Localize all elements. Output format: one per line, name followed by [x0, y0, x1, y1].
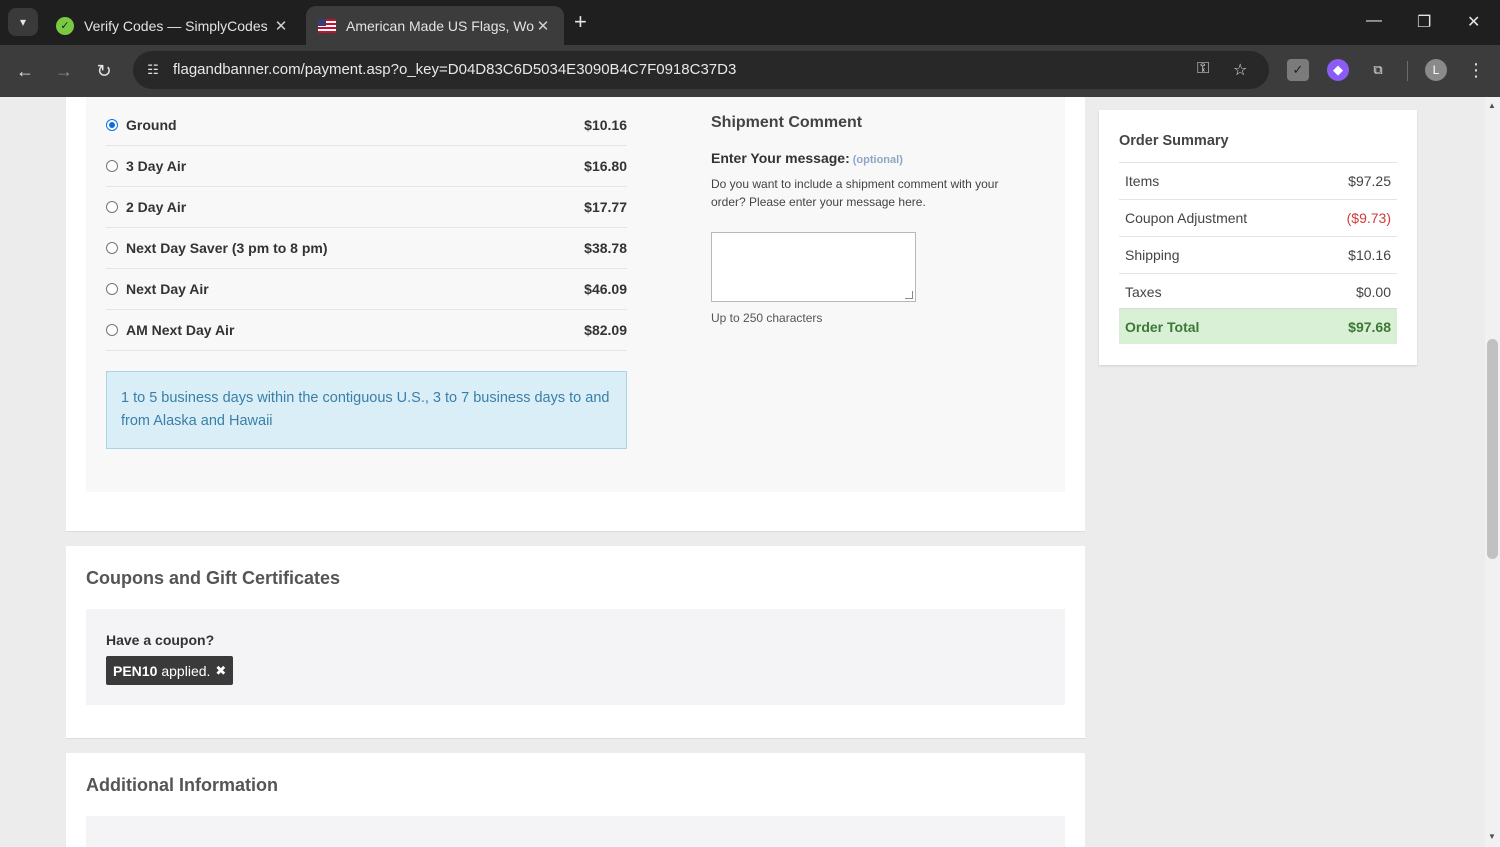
order-total-label: Order Total — [1125, 318, 1200, 335]
summary-row-items: Items $97.25 — [1119, 162, 1397, 199]
shipping-option-price: $82.09 — [584, 322, 627, 338]
shipping-option-name: AM Next Day Air — [126, 322, 235, 338]
comment-description: Do you want to include a shipment commen… — [711, 177, 999, 209]
purple-extension-icon[interactable]: ◆ — [1327, 59, 1349, 81]
summary-label: Shipping — [1125, 247, 1180, 263]
shipping-option-name: Next Day Saver (3 pm to 8 pm) — [126, 240, 328, 256]
shipping-card: Ground $10.16 3 Day Air $16.80 2 Day Air… — [66, 97, 1085, 532]
forward-arrow-icon[interactable]: → — [50, 57, 78, 85]
minimize-icon[interactable]: — — [1366, 12, 1382, 30]
shipping-option-name: 3 Day Air — [126, 158, 187, 174]
coupon-applied-text: applied. — [161, 662, 211, 679]
scroll-up-arrow-icon[interactable]: ▲ — [1488, 101, 1496, 110]
delivery-info-box: 1 to 5 business days within the contiguo… — [106, 371, 627, 449]
browser-tab-bar: ▾ ✓ Verify Codes — SimplyCodes ✕ America… — [0, 0, 1500, 45]
summary-row-coupon: Coupon Adjustment ($9.73) — [1119, 199, 1397, 236]
summary-label: Coupon Adjustment — [1125, 210, 1248, 226]
shipment-comment-title: Shipment Comment — [711, 114, 863, 131]
summary-label: Taxes — [1125, 284, 1162, 300]
us-flag-favicon-icon — [318, 18, 336, 33]
shipping-option-3-day-air[interactable]: 3 Day Air $16.80 — [106, 146, 627, 187]
shipping-radio[interactable] — [106, 242, 118, 254]
optional-tag: (optional) — [852, 154, 903, 166]
order-summary: Order Summary Items $97.25 Coupon Adjust… — [1099, 110, 1417, 365]
shipping-option-price: $38.78 — [584, 240, 627, 256]
address-bar[interactable]: ☷ flagandbanner.com/payment.asp?o_key=D0… — [133, 51, 1269, 89]
simplycodes-favicon-icon: ✓ — [56, 16, 74, 35]
additional-info-panel — [86, 816, 1065, 847]
comment-label-text: Enter Your message: — [711, 150, 850, 166]
shipping-option-2-day-air[interactable]: 2 Day Air $17.77 — [106, 187, 627, 228]
shipping-option-name: 2 Day Air — [126, 199, 187, 215]
additional-info-card: Additional Information — [66, 753, 1085, 847]
coupons-title: Coupons and Gift Certificates — [86, 568, 341, 588]
tab-flagandbanner[interactable]: American Made US Flags, World ✕ — [306, 6, 564, 45]
reload-icon[interactable]: ↻ — [90, 57, 118, 85]
shipping-radio[interactable] — [106, 324, 118, 336]
shipping-option-next-day-saver[interactable]: Next Day Saver (3 pm to 8 pm) $38.78 — [106, 228, 627, 269]
back-arrow-icon[interactable]: ← — [11, 57, 39, 85]
simplycodes-extension-icon[interactable]: ✓ — [1287, 59, 1309, 81]
bookmark-star-icon[interactable]: ☆ — [1233, 60, 1247, 80]
summary-value: $97.25 — [1348, 173, 1391, 189]
shipping-radio[interactable] — [106, 119, 118, 131]
summary-value: ($9.73) — [1346, 210, 1391, 226]
summary-value: $0.00 — [1355, 284, 1391, 300]
close-icon[interactable]: ✕ — [272, 17, 290, 35]
new-tab-button[interactable]: + — [574, 10, 587, 34]
toolbar-divider — [1407, 61, 1408, 81]
coupon-code: PEN10 — [113, 662, 158, 679]
tab-title: Verify Codes — SimplyCodes — [84, 17, 268, 34]
applied-coupon-badge: PEN10 applied. ✖ — [106, 656, 234, 685]
shipping-option-ground[interactable]: Ground $10.16 — [106, 105, 627, 146]
profile-avatar[interactable]: L — [1425, 59, 1447, 81]
remove-coupon-icon[interactable]: ✖ — [215, 663, 226, 679]
tab-title: American Made US Flags, World — [346, 17, 534, 34]
summary-row-total: Order Total $97.68 — [1119, 308, 1397, 344]
shipping-option-price: $16.80 — [584, 158, 627, 174]
shipping-option-price: $46.09 — [584, 281, 627, 297]
summary-row-taxes: Taxes $0.00 — [1119, 273, 1397, 310]
shipping-radio[interactable] — [106, 201, 118, 213]
close-window-icon[interactable]: ✕ — [1467, 12, 1480, 32]
tab-simplycodes[interactable]: ✓ Verify Codes — SimplyCodes ✕ — [44, 6, 302, 45]
additional-info-title: Additional Information — [86, 775, 278, 795]
scrollbar-thumb[interactable] — [1487, 339, 1498, 559]
chevron-down-icon: ▾ — [19, 15, 27, 29]
shipping-option-name: Ground — [126, 117, 177, 133]
coupons-card: Coupons and Gift Certificates Have a cou… — [66, 546, 1085, 739]
extensions-puzzle-icon[interactable]: ⧉ — [1367, 59, 1389, 81]
close-icon[interactable]: ✕ — [534, 17, 552, 35]
page-content: Ground $10.16 3 Day Air $16.80 2 Day Air… — [0, 97, 1485, 847]
shipping-option-price: $10.16 — [584, 117, 627, 133]
order-total-value: $97.68 — [1348, 318, 1391, 335]
comment-label: Enter Your message: (optional) — [711, 150, 903, 166]
url-text[interactable]: flagandbanner.com/payment.asp?o_key=D04D… — [173, 61, 736, 78]
shipping-option-name: Next Day Air — [126, 281, 209, 297]
tab-search-button[interactable]: ▾ — [8, 8, 38, 36]
shipping-radio[interactable] — [106, 160, 118, 172]
page-scrollbar[interactable]: ▲ ▼ — [1485, 97, 1500, 847]
coupons-panel: Have a coupon? PEN10 applied. ✖ — [86, 609, 1065, 705]
shipping-option-price: $17.77 — [584, 199, 627, 215]
summary-row-shipping: Shipping $10.16 — [1119, 236, 1397, 273]
scroll-down-arrow-icon[interactable]: ▼ — [1488, 832, 1496, 841]
character-limit-hint: Up to 250 characters — [711, 311, 823, 325]
summary-label: Items — [1125, 173, 1160, 189]
shipping-panel: Ground $10.16 3 Day Air $16.80 2 Day Air… — [86, 97, 1065, 492]
browser-toolbar: ← → ↻ ☷ flagandbanner.com/payment.asp?o_… — [0, 45, 1500, 97]
restore-icon[interactable]: ❐ — [1417, 12, 1431, 32]
shipping-radio[interactable] — [106, 283, 118, 295]
password-key-icon[interactable]: ⚿ — [1197, 60, 1209, 78]
shipping-option-am-next-day-air[interactable]: AM Next Day Air $82.09 — [106, 310, 627, 351]
site-settings-icon[interactable]: ☷ — [143, 60, 163, 80]
coupon-question: Have a coupon? — [106, 632, 215, 648]
kebab-menu-icon[interactable]: ⋮ — [1465, 59, 1487, 81]
shipment-comment-textarea[interactable] — [711, 232, 916, 302]
order-summary-title: Order Summary — [1119, 133, 1229, 149]
shipping-option-next-day-air[interactable]: Next Day Air $46.09 — [106, 269, 627, 310]
summary-value: $10.16 — [1348, 247, 1391, 263]
